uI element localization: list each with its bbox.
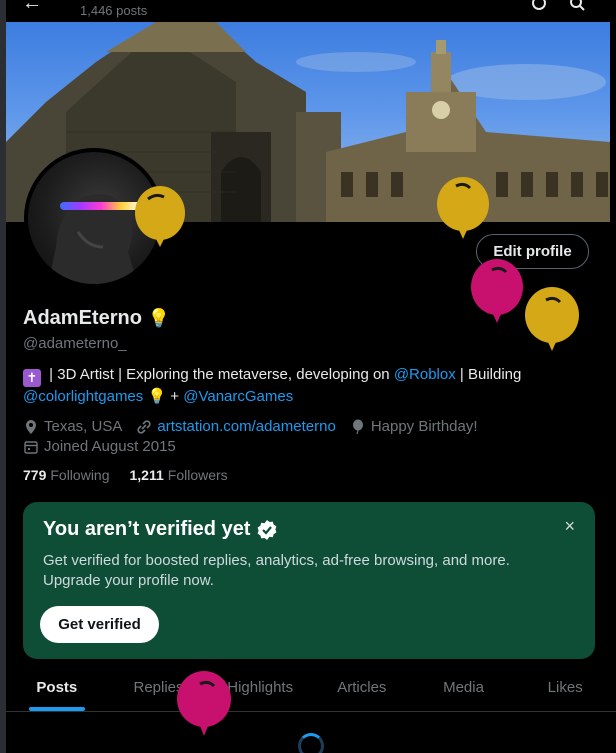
bio-text: | Building [455,366,522,383]
posts-count: 1,446 posts [80,3,148,18]
birthday-item: Happy Birthday! [350,417,478,437]
profile-meta: Texas, USA artstation.com/adameterno Hap… [23,417,603,457]
avatar-visor [60,202,142,210]
balloon-icon [525,287,579,351]
verify-title: You aren’t verified yet [43,518,575,541]
lightbulb-icon: 💡 [147,308,171,328]
balloon-icon [177,671,231,736]
following-link[interactable]: 779 Following [23,467,110,483]
bio-link-vanarcgames[interactable]: @VanarcGames [183,388,293,405]
get-verified-button[interactable]: Get verified [40,606,159,643]
balloon-icon [135,186,185,247]
bio-text: | 3D Artist | Exploring the metaverse, d… [45,366,394,383]
profile-bio: ✝ | 3D Artist | Exploring the metaverse,… [23,365,603,407]
verify-description: Get verified for boosted replies, analyt… [43,552,510,589]
loading-spinner [298,733,324,753]
balloon-icon [437,177,489,239]
tab-posts[interactable]: Posts [6,663,108,711]
search-icon[interactable] [568,0,586,12]
balloon-icon [352,419,363,435]
top-bar: ← 1,446 posts [6,0,616,22]
cross-icon: ✝ [23,369,41,387]
joined-item: Joined August 2015 [23,437,176,457]
follow-stats: 779 Following 1,211 Followers [23,467,228,483]
profile-name: AdamEterno 💡 [23,307,170,330]
bio-text: + [166,388,184,405]
close-icon[interactable]: × [564,516,575,537]
link-icon [137,420,151,434]
profile-tabs: Posts Replies Highlights Articles Media … [6,663,616,712]
display-name: AdamEterno [23,307,142,329]
tab-likes[interactable]: Likes [514,663,616,711]
balloon-icon [471,259,523,323]
verify-card: You aren’t verified yet Get verified for… [23,502,595,659]
bio-link-roblox[interactable]: @Roblox [394,366,456,383]
verified-badge-icon [258,519,277,540]
website-link[interactable]: artstation.com/adameterno [157,417,335,437]
arrow-left-icon[interactable]: ← [22,0,42,15]
followers-link[interactable]: 1,211 Followers [130,467,228,483]
tab-articles[interactable]: Articles [311,663,413,711]
calendar-icon [24,441,38,454]
profile-page: ← 1,446 posts Edit profile AdamEterno 💡 … [0,0,616,753]
grok-icon[interactable] [530,0,548,12]
lightbulb-icon: 💡 [143,388,167,405]
website-item[interactable]: artstation.com/adameterno [136,417,336,437]
location-item: Texas, USA [23,417,122,437]
bio-link-colorlightgames[interactable]: @colorlightgames [23,388,143,405]
profile-handle: @adameterno_ [23,335,127,352]
tab-media[interactable]: Media [413,663,515,711]
location-pin-icon [26,420,36,434]
